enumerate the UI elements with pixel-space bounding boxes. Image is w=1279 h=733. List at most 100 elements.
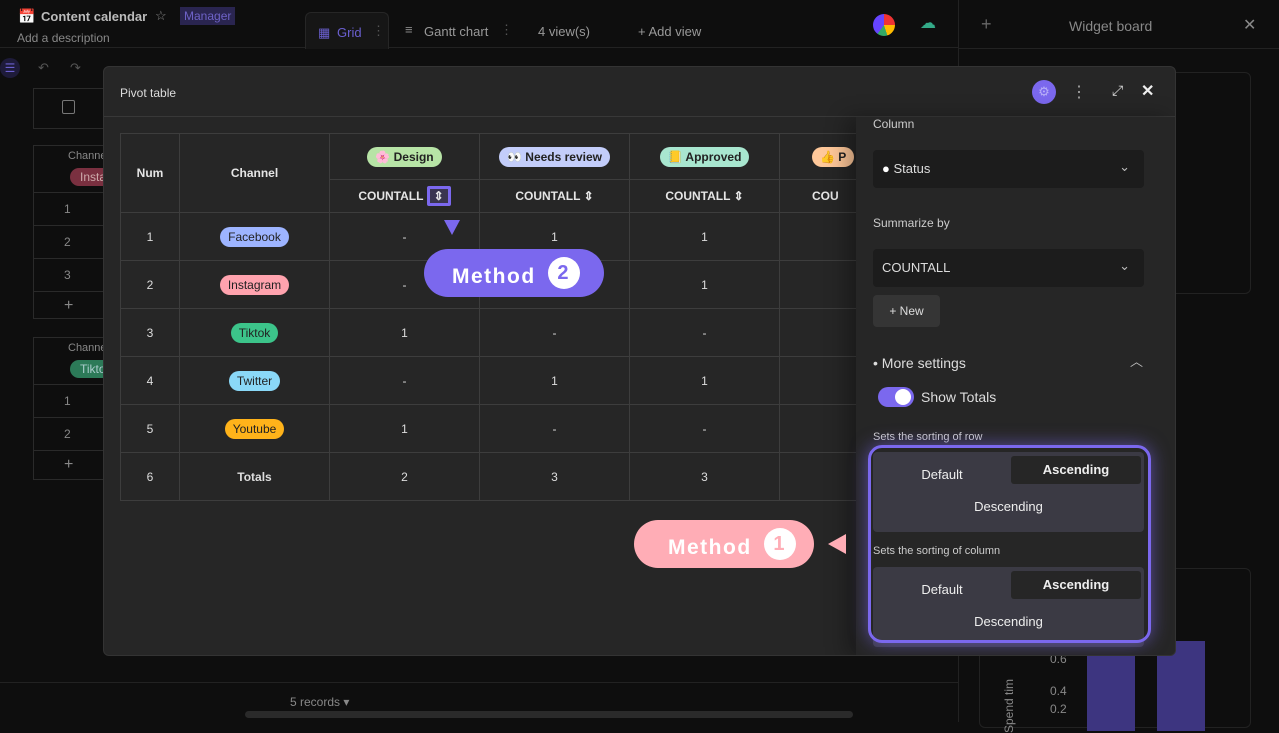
row-number: 2 [34, 417, 114, 450]
pivot-table-modal: Pivot table ⚙ ⋮ ⤢ ✕ Num Channel 🌸 Design… [103, 66, 1176, 656]
column-select[interactable]: ● Status ⌄ [873, 150, 1144, 188]
modal-title: Pivot table [120, 86, 177, 100]
total-cell: 3 [629, 452, 780, 501]
gantt-icon: ≡ [405, 22, 413, 37]
settings-panel: Column ● Status ⌄ Summarize by COUNTALL ⌄ … [856, 117, 1175, 655]
cloud-icon[interactable]: ☁ [920, 13, 936, 33]
callout-text: Method [668, 536, 752, 559]
status-tag: 🌸 Design [367, 146, 442, 167]
axis-label: Spend tim [1002, 678, 1017, 733]
agg-header: COUNTALL ⇕ [479, 179, 630, 213]
new-button[interactable]: + New [873, 295, 940, 327]
views-dropdown[interactable]: 4 view(s) [538, 24, 590, 39]
row-num: 1 [120, 212, 180, 261]
add-view-button[interactable]: + Add view [638, 24, 701, 39]
totals-row: 6 Totals 2 3 3 [120, 452, 930, 501]
more-icon[interactable]: ⋮ [1071, 82, 1087, 102]
chevron-up-icon[interactable]: ︿ [1130, 351, 1143, 370]
agg-label: COUNTALL [515, 189, 581, 203]
value-cell: 1 [479, 356, 630, 405]
tab-label: Grid [337, 25, 362, 40]
top-bar: 📅 Content calendar ☆ Manager Add a descr… [0, 0, 958, 49]
agg-label: COUNTALL [665, 189, 731, 203]
status-tag: 📒 Approved [659, 146, 750, 167]
header-status: 📒 Approved [629, 133, 780, 180]
total-cell: 2 [329, 452, 480, 501]
channel-tag: Tiktok [230, 322, 279, 343]
value-cell: 1 [329, 308, 480, 357]
row-number: 3 [34, 258, 114, 291]
undo-icon[interactable]: ↶ [38, 60, 49, 76]
calendar-icon: 📅 [18, 8, 36, 24]
channel-cell: Instagram [179, 260, 330, 309]
summarize-select[interactable]: COUNTALL ⌄ [873, 249, 1144, 287]
agg-label: COU [812, 189, 839, 203]
method-2-callout: Method 2 [424, 249, 604, 297]
show-totals-toggle[interactable] [878, 387, 914, 407]
channel-tag: Twitter [228, 370, 281, 391]
column-label: Column [873, 117, 915, 131]
more-settings-label: More settings [881, 355, 966, 371]
channel-tag: Youtube [224, 418, 285, 439]
header-status: 🌸 Design [329, 133, 480, 180]
agg-label: COUNTALL [358, 189, 424, 203]
column-value: Status [893, 161, 931, 176]
channel-cell: Tiktok [179, 308, 330, 357]
horizontal-scrollbar[interactable] [245, 711, 853, 718]
group-tiktok: Channel Tikto 1 2 + [33, 337, 116, 483]
add-row-icon[interactable]: + [34, 450, 114, 483]
row-num: 6 [120, 452, 180, 501]
header-num: Num [120, 133, 180, 213]
tab-grid[interactable]: ▦ Grid ⋮ [305, 12, 389, 49]
pivot-table: Num Channel 🌸 Design 👀 Needs review 📒 Ap… [120, 133, 930, 501]
widget-board-title[interactable]: Widget board [1069, 18, 1152, 34]
add-row-icon[interactable]: + [34, 291, 114, 324]
show-totals-label: Show Totals [921, 389, 997, 405]
close-icon[interactable]: ✕ [1141, 81, 1154, 101]
chevron-down-icon: ⌄ [1119, 159, 1130, 174]
row-num: 4 [120, 356, 180, 405]
records-count[interactable]: 5 records ▾ [290, 695, 349, 709]
row-number: 1 [34, 192, 114, 225]
status-tag: 👍 P [812, 146, 855, 167]
value-cell: - [629, 404, 780, 453]
summarize-label: Summarize by [873, 216, 950, 230]
more-settings-toggle[interactable]: • More settings [873, 355, 966, 371]
select-all-checkbox[interactable] [33, 88, 113, 129]
tab-gantt[interactable]: Gantt chart [424, 24, 488, 39]
channel-tag: Instagram [219, 274, 290, 295]
sidebar-toggle-icon[interactable]: ☰ [0, 58, 20, 78]
group-instagram: Channel Insta 1 2 3 + [33, 145, 117, 319]
value-cell: 1 [629, 260, 780, 309]
channel-cell: Youtube [179, 404, 330, 453]
description[interactable]: Add a description [17, 31, 110, 45]
value-cell: - [629, 308, 780, 357]
totals-label: Totals [179, 452, 330, 501]
total-cell: 3 [479, 452, 630, 501]
more-icon[interactable]: ⋮ [372, 23, 385, 39]
value-cell: - [479, 404, 630, 453]
callout-text: Method [452, 265, 536, 288]
more-icon[interactable]: ⋮ [500, 22, 513, 38]
header-status: 👀 Needs review [479, 133, 630, 180]
sort-icon[interactable]: ⇕ [734, 189, 744, 203]
sort-icon[interactable]: ⇕ [426, 186, 451, 206]
redo-icon[interactable]: ↷ [70, 60, 81, 76]
agg-header: COUNTALL ⇕ [629, 179, 780, 213]
channel-tag: Facebook [220, 226, 289, 247]
role-badge: Manager [180, 7, 236, 25]
add-widget-icon[interactable]: + [981, 14, 992, 35]
row-num: 3 [120, 308, 180, 357]
settings-gear-icon[interactable]: ⚙ [1032, 80, 1056, 104]
star-icon[interactable]: ☆ [155, 8, 167, 24]
callout-number: 2 [547, 257, 580, 289]
pointer-left-icon [828, 534, 846, 554]
sort-icon[interactable]: ⇕ [584, 189, 594, 203]
expand-icon[interactable]: ⤢ [1112, 82, 1123, 99]
app-title: Content calendar [41, 9, 148, 24]
channel-cell: Twitter [179, 356, 330, 405]
close-icon[interactable]: ✕ [1243, 15, 1256, 35]
table-row: 4 Twitter -1 1 [120, 356, 930, 405]
value-cell: 1 [629, 212, 780, 261]
avatar[interactable] [873, 14, 895, 36]
